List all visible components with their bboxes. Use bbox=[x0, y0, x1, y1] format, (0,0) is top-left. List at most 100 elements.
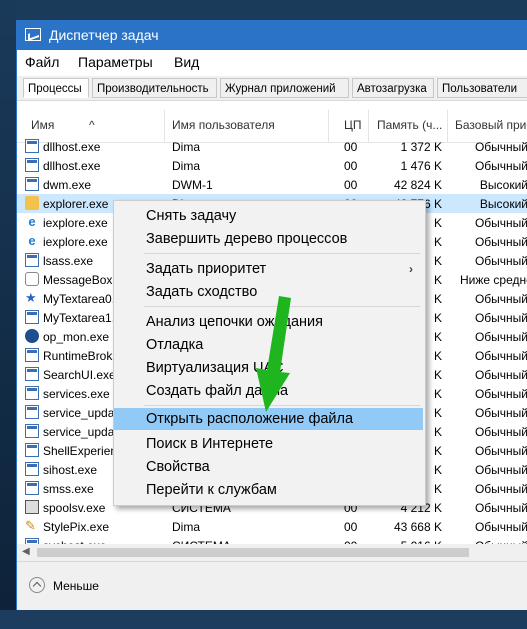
table-row[interactable]: ✎ StylePix.exe Dima 00 43 668 K Обычный bbox=[17, 517, 527, 536]
menu-item-end-task[interactable]: Снять задачу bbox=[114, 205, 423, 227]
process-name: MyTextarea1. bbox=[43, 311, 116, 325]
menu-options[interactable]: Параметры bbox=[78, 54, 153, 70]
circle-icon bbox=[25, 329, 39, 343]
process-memory: 1 476 K bbox=[400, 159, 442, 173]
window-icon bbox=[25, 253, 39, 267]
window-icon bbox=[25, 139, 39, 153]
menu-file[interactable]: Файл bbox=[25, 54, 59, 70]
menu-item-go-to-services[interactable]: Перейти к службам bbox=[114, 479, 423, 501]
menu-item-properties[interactable]: Свойства bbox=[114, 456, 423, 478]
process-priority: Обычный bbox=[474, 387, 527, 401]
process-priority: Обычный bbox=[474, 292, 527, 306]
scroll-thumb[interactable] bbox=[37, 548, 469, 557]
desktop-background bbox=[0, 0, 527, 20]
process-priority: Обычный bbox=[474, 501, 527, 515]
tab-app-history[interactable]: Журнал приложений bbox=[220, 78, 349, 98]
process-priority: Высокий bbox=[479, 197, 527, 211]
horizontal-scrollbar[interactable]: ◀ bbox=[17, 544, 527, 561]
process-name: RuntimeBrok bbox=[43, 349, 113, 363]
process-priority: Ниже среднего bbox=[460, 273, 527, 287]
process-name: explorer.exe bbox=[43, 197, 109, 211]
process-name: sihost.exe bbox=[43, 463, 98, 477]
window-icon bbox=[25, 481, 39, 495]
process-name: iexplore.exe bbox=[43, 216, 108, 230]
desktop-edge bbox=[0, 0, 16, 629]
window-title: Диспетчер задач bbox=[49, 27, 159, 43]
tab-strip: Процессы Производительность Журнал прило… bbox=[17, 76, 527, 101]
menu-divider bbox=[144, 253, 420, 254]
fewer-details-link[interactable]: Меньше bbox=[53, 579, 99, 593]
title-bar[interactable]: Диспетчер задач bbox=[17, 20, 527, 50]
col-user[interactable]: Имя пользователя bbox=[172, 118, 275, 132]
process-priority: Обычный bbox=[474, 444, 527, 458]
process-priority: Высокий bbox=[479, 178, 527, 192]
menu-item-end-process-tree[interactable]: Завершить дерево процессов bbox=[114, 228, 423, 250]
window-icon bbox=[25, 405, 39, 419]
process-name: MessageBox. bbox=[43, 273, 116, 287]
desktop-bottom bbox=[0, 610, 527, 629]
sort-arrow-icon: ^ bbox=[89, 118, 95, 132]
process-user: Dima bbox=[172, 159, 201, 173]
process-memory: 42 824 K bbox=[393, 178, 442, 192]
submenu-arrow-icon: › bbox=[409, 262, 413, 276]
process-memory: 1 372 K bbox=[400, 140, 442, 154]
scroll-left-icon[interactable]: ◀ bbox=[22, 546, 30, 557]
tab-processes[interactable]: Процессы bbox=[23, 78, 89, 98]
process-user: Dima bbox=[172, 520, 201, 534]
process-priority: Обычный bbox=[474, 235, 527, 249]
process-priority: Обычный bbox=[474, 254, 527, 268]
tab-performance[interactable]: Производительность bbox=[92, 78, 217, 98]
footer-bar: Меньше bbox=[17, 561, 527, 611]
process-priority: Обычный bbox=[474, 330, 527, 344]
menu-item-set-priority[interactable]: Задать приоритет › bbox=[114, 258, 423, 280]
task-manager-icon bbox=[25, 28, 41, 41]
process-name: dllhost.exe bbox=[43, 159, 101, 173]
col-memory[interactable]: Память (ч... bbox=[377, 118, 442, 132]
process-priority: Обычный bbox=[474, 349, 527, 363]
process-name: spoolsv.exe bbox=[43, 501, 106, 515]
tab-startup[interactable]: Автозагрузка bbox=[352, 78, 434, 98]
process-name: service_upda bbox=[43, 425, 115, 439]
window-icon bbox=[25, 348, 39, 362]
star-icon: ★ bbox=[25, 290, 37, 305]
process-user: DWM-1 bbox=[172, 178, 213, 192]
menu-view[interactable]: Вид bbox=[174, 54, 199, 70]
process-name: iexplore.exe bbox=[43, 235, 108, 249]
process-priority: Обычный bbox=[474, 216, 527, 230]
process-name: services.exe bbox=[43, 387, 110, 401]
ie-icon: e bbox=[28, 233, 36, 248]
col-priority[interactable]: Базовый прио bbox=[455, 118, 527, 132]
process-name: op_mon.exe bbox=[43, 330, 110, 344]
chevron-up-icon[interactable] bbox=[29, 577, 45, 593]
process-priority: Обычный bbox=[474, 159, 527, 173]
process-priority: Обычный bbox=[474, 425, 527, 439]
printer-icon bbox=[25, 500, 39, 514]
process-priority: Обычный bbox=[474, 140, 527, 154]
table-row[interactable]: dwm.exe DWM-1 00 42 824 K Высокий bbox=[17, 175, 527, 194]
ie-icon: e bbox=[28, 214, 36, 229]
pen-icon: ✎ bbox=[25, 518, 36, 533]
tab-users[interactable]: Пользователи bbox=[437, 78, 527, 98]
menu-item-search-online[interactable]: Поиск в Интернете bbox=[114, 433, 423, 455]
col-cpu[interactable]: ЦП bbox=[344, 118, 362, 132]
chat-icon bbox=[25, 272, 39, 286]
window-icon bbox=[25, 158, 39, 172]
table-row[interactable]: dllhost.exe Dima 00 1 372 K Обычный bbox=[17, 137, 527, 156]
window-icon bbox=[25, 310, 39, 324]
process-user: Dima bbox=[172, 140, 201, 154]
col-name[interactable]: Имя bbox=[31, 118, 54, 132]
window-icon bbox=[25, 462, 39, 476]
window-icon bbox=[25, 177, 39, 191]
process-name: lsass.exe bbox=[43, 254, 94, 268]
process-name: StylePix.exe bbox=[43, 520, 110, 534]
window-icon bbox=[25, 424, 39, 438]
process-priority: Обычный bbox=[474, 368, 527, 382]
process-priority: Обычный bbox=[474, 482, 527, 496]
process-name: SearchUI.exe bbox=[43, 368, 116, 382]
process-name: dllhost.exe bbox=[43, 140, 101, 154]
process-priority: Обычный bbox=[474, 406, 527, 420]
folder-icon bbox=[25, 196, 39, 210]
table-row[interactable]: dllhost.exe Dima 00 1 476 K Обычный bbox=[17, 156, 527, 175]
process-priority: Обычный bbox=[474, 311, 527, 325]
process-name: MyTextarea0. bbox=[43, 292, 116, 306]
